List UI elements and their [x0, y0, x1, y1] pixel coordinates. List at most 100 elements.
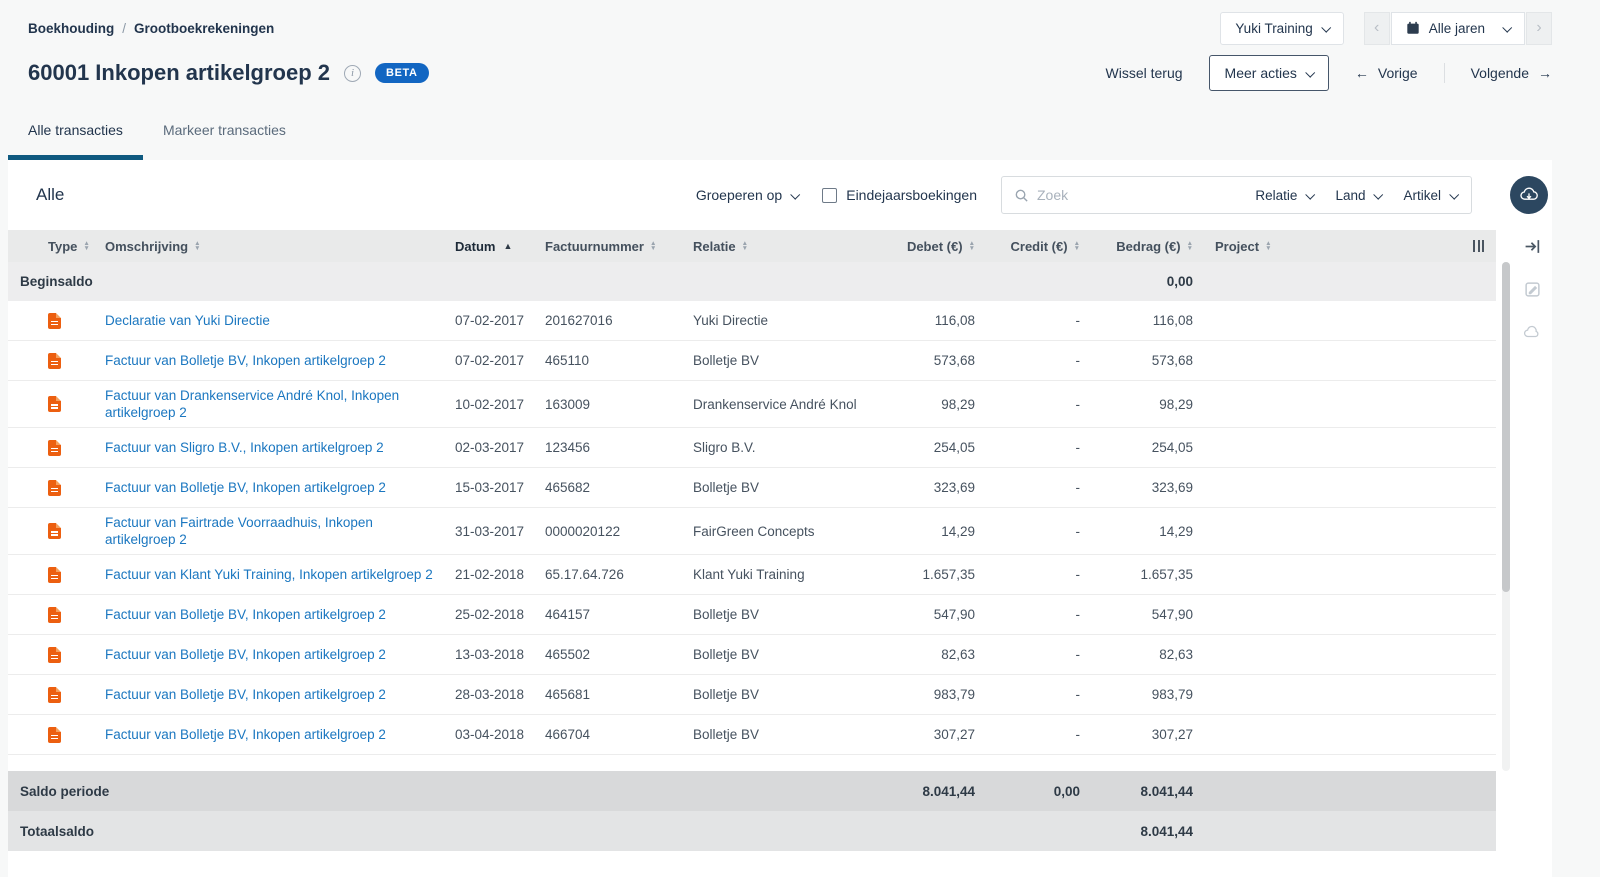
table-body: Declaratie van Yuki Directie 07-02-2017 … [8, 301, 1496, 755]
collapse-panel-icon[interactable] [1524, 238, 1541, 255]
invoice-number-cell: 123456 [545, 434, 693, 461]
vertical-scrollbar[interactable] [1502, 262, 1510, 771]
column-header-debet[interactable]: Debet (€) ▲▼ [883, 239, 975, 254]
table-row: Declaratie van Yuki Directie 07-02-2017 … [8, 301, 1496, 341]
document-icon[interactable] [48, 353, 61, 369]
groeperen-op-dropdown[interactable]: Groeperen op [696, 187, 798, 203]
document-icon[interactable] [48, 396, 61, 412]
relation-cell: Drankenservice André Knol [693, 391, 883, 418]
column-settings-icon[interactable] [1473, 240, 1484, 252]
debit-cell: 573,68 [883, 347, 975, 374]
description-cell: Factuur van Bolletje BV, Inkopen artikel… [105, 720, 455, 749]
saldo-periode-debet: 8.041,44 [883, 784, 975, 799]
wissel-terug-link[interactable]: Wissel terug [1106, 65, 1183, 81]
edit-icon[interactable] [1524, 281, 1541, 298]
transaction-link[interactable]: Factuur van Bolletje BV, Inkopen artikel… [105, 352, 386, 369]
meer-acties-button[interactable]: Meer acties [1209, 55, 1329, 91]
column-label: Debet (€) [907, 239, 963, 254]
column-header-factuurnummer[interactable]: Factuurnummer ▲▼ [545, 239, 693, 254]
project-cell [1193, 729, 1335, 741]
sort-icon: ▲▼ [650, 241, 656, 251]
relatie-dropdown[interactable]: Relatie [1255, 188, 1313, 203]
type-cell [8, 390, 105, 418]
info-icon[interactable]: i [344, 65, 361, 82]
document-icon[interactable] [48, 480, 61, 496]
document-icon[interactable] [48, 727, 61, 743]
transaction-link[interactable]: Factuur van Bolletje BV, Inkopen artikel… [105, 479, 386, 496]
checkbox[interactable] [822, 188, 837, 203]
date-cell: 07-02-2017 [455, 347, 545, 374]
volgende-button[interactable]: Volgende → [1471, 65, 1552, 81]
top-right-controls: Yuki Training ‹ Alle jaren › [1220, 12, 1552, 45]
column-header-datum[interactable]: Datum ▲ [455, 239, 545, 254]
table-body-scroll[interactable]: Beginsaldo 0,00 Declaratie van Yuki Dire… [8, 262, 1496, 771]
vorige-button[interactable]: ← Vorige [1355, 65, 1418, 81]
scrollbar-thumb[interactable] [1502, 262, 1510, 592]
type-cell [8, 307, 105, 335]
document-icon[interactable] [48, 647, 61, 663]
company-selector[interactable]: Yuki Training [1220, 12, 1343, 45]
tabs: Alle transacties Markeer transacties [0, 98, 1600, 160]
debit-cell: 82,63 [883, 641, 975, 668]
column-header-project[interactable]: Project ▲▼ [1193, 239, 1335, 254]
type-cell [8, 434, 105, 462]
document-icon[interactable] [48, 687, 61, 703]
relation-cell: Bolletje BV [693, 721, 883, 748]
type-cell [8, 474, 105, 502]
transactions-table: Type ▲▼ Omschrijving ▲▼ Datum ▲ Factuurn… [8, 230, 1496, 877]
date-cell: 02-03-2017 [455, 434, 545, 461]
credit-cell: - [975, 721, 1080, 748]
transaction-link[interactable]: Factuur van Drankenservice André Knol, I… [105, 387, 437, 421]
land-dropdown[interactable]: Land [1335, 188, 1381, 203]
transaction-link[interactable]: Factuur van Bolletje BV, Inkopen artikel… [105, 686, 386, 703]
table-header: Type ▲▼ Omschrijving ▲▼ Datum ▲ Factuurn… [8, 230, 1496, 262]
document-icon[interactable] [48, 607, 61, 623]
column-header-bedrag[interactable]: Bedrag (€) ▲▼ [1080, 239, 1193, 254]
export-download-button[interactable] [1510, 176, 1548, 214]
debit-cell: 254,05 [883, 434, 975, 461]
credit-cell: - [975, 518, 1080, 545]
transaction-link[interactable]: Factuur van Sligro B.V., Inkopen artikel… [105, 439, 384, 456]
credit-cell: - [975, 391, 1080, 418]
relation-cell: Bolletje BV [693, 347, 883, 374]
description-cell: Factuur van Bolletje BV, Inkopen artikel… [105, 346, 455, 375]
cloud-icon[interactable] [1523, 324, 1541, 339]
next-year-button[interactable]: › [1526, 12, 1552, 45]
transaction-link[interactable]: Factuur van Bolletje BV, Inkopen artikel… [105, 646, 386, 663]
amount-cell: 573,68 [1080, 347, 1193, 374]
column-header-credit[interactable]: Credit (€) ▲▼ [975, 239, 1080, 254]
document-icon[interactable] [48, 523, 61, 539]
tab-alle-transacties[interactable]: Alle transacties [8, 122, 143, 160]
tab-markeer-transacties[interactable]: Markeer transacties [143, 122, 306, 160]
breadcrumb-separator: / [122, 21, 126, 36]
transaction-link[interactable]: Factuur van Bolletje BV, Inkopen artikel… [105, 726, 386, 743]
title-actions: Wissel terug Meer acties ← Vorige Volgen… [1106, 55, 1553, 91]
eindejaarsboekingen-checkbox[interactable]: Eindejaarsboekingen [822, 187, 977, 203]
artikel-dropdown[interactable]: Artikel [1403, 188, 1457, 203]
previous-year-button[interactable]: ‹ [1364, 12, 1390, 45]
breadcrumb-grootboekrekeningen[interactable]: Grootboekrekeningen [134, 21, 274, 36]
bottom-spacer [8, 851, 1496, 877]
transaction-link[interactable]: Factuur van Klant Yuki Training, Inkopen… [105, 566, 433, 583]
project-cell [1193, 482, 1335, 494]
document-icon[interactable] [48, 567, 61, 583]
transaction-link[interactable]: Declaratie van Yuki Directie [105, 312, 270, 329]
relation-cell: Bolletje BV [693, 641, 883, 668]
column-header-type[interactable]: Type ▲▼ [8, 239, 105, 254]
column-header-relatie[interactable]: Relatie ▲▼ [693, 239, 883, 254]
document-icon[interactable] [48, 440, 61, 456]
transaction-link[interactable]: Factuur van Bolletje BV, Inkopen artikel… [105, 606, 386, 623]
relation-cell: Bolletje BV [693, 601, 883, 628]
relation-cell: Bolletje BV [693, 681, 883, 708]
column-label: Factuurnummer [545, 239, 644, 254]
transaction-link[interactable]: Factuur van Fairtrade Voorraadhuis, Inko… [105, 514, 437, 548]
search-input[interactable] [1037, 187, 1233, 203]
column-header-omschrijving[interactable]: Omschrijving ▲▼ [105, 239, 455, 254]
invoice-number-cell: 163009 [545, 391, 693, 418]
table-row: Factuur van Bolletje BV, Inkopen artikel… [8, 635, 1496, 675]
document-icon[interactable] [48, 313, 61, 329]
breadcrumb-boekhouding[interactable]: Boekhouding [28, 21, 114, 36]
description-cell: Factuur van Bolletje BV, Inkopen artikel… [105, 680, 455, 709]
date-cell: 21-02-2018 [455, 561, 545, 588]
year-selector[interactable]: Alle jaren [1391, 12, 1525, 45]
